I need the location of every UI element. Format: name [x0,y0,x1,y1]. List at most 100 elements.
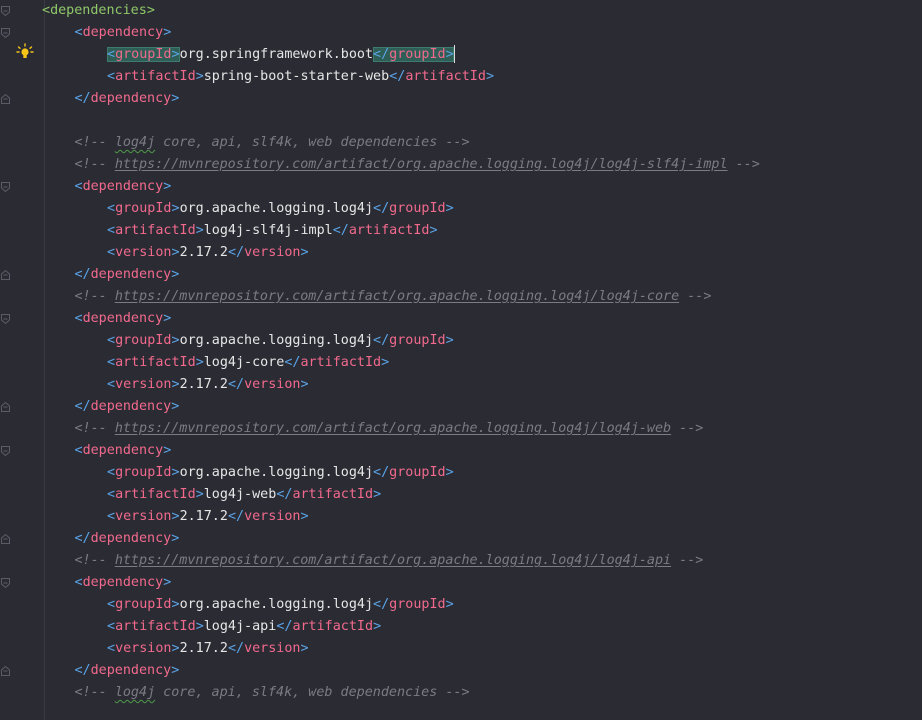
xml-tag-name: dependency [82,575,164,590]
tag-bracket: </ [227,641,245,656]
comment-link[interactable]: https://mvnrepository.com/artifact/org.a… [115,289,679,304]
element-value: 2.17.2 [179,245,228,260]
open-tag: <artifactId> [107,355,204,370]
code-line[interactable]: <!-- log4j core, api, slf4k, web depende… [75,682,470,704]
code-line[interactable]: </dependency> [75,396,180,418]
code-line[interactable]: <artifactId>log4j-core</artifactId> [107,352,389,374]
tag-bracket: > [171,377,180,392]
tag-bracket: > [300,377,309,392]
code-line[interactable]: </dependency> [75,660,180,682]
tag-bracket: > [171,333,180,348]
code-line[interactable]: <dependency> [75,176,172,198]
tag-bracket: > [195,355,204,370]
code-line[interactable]: <dependency> [75,572,172,594]
fold-marker-icon[interactable] [1,270,10,280]
fold-marker-icon[interactable] [1,534,10,544]
code-line[interactable]: <artifactId>spring-boot-starter-web</art… [107,66,494,88]
code-line[interactable]: </dependency> [75,264,180,286]
comment-delimiter: <!-- [74,289,115,304]
code-line[interactable]: <artifactId>log4j-api</artifactId> [107,616,381,638]
open-tag: <artifactId> [107,223,204,238]
fold-marker-icon[interactable] [1,314,10,324]
comment-link[interactable]: https://mvnrepository.com/artifact/org.a… [115,553,671,568]
tag-bracket: > [171,201,180,216]
xml-tag-name: groupId [115,47,172,62]
tag-bracket: </ [373,597,390,612]
tag-bracket: > [381,355,390,370]
tag-bracket: > [171,531,180,546]
code-line[interactable]: <version>2.17.2</version> [107,374,309,396]
code-line[interactable]: <groupId>org.apache.logging.log4j</group… [107,462,454,484]
code-line[interactable]: <groupId>org.apache.logging.log4j</group… [107,198,454,220]
comment-delimiter: <!-- [74,421,115,436]
open-tag: <groupId> [107,47,180,62]
comment-delimiter: --> [671,553,704,568]
open-tag: <artifactId> [107,69,204,84]
code-line[interactable]: <version>2.17.2</version> [107,638,309,660]
code-line[interactable]: <artifactId>log4j-web</artifactId> [107,484,381,506]
code-line[interactable]: <groupId>org.apache.logging.log4j</group… [107,594,454,616]
xml-tag-name: artifactId [292,619,374,634]
tag-bracket: </ [227,245,245,260]
code-line[interactable]: <dependency> [75,308,172,330]
tag-bracket: > [445,597,454,612]
code-line[interactable]: <version>2.17.2</version> [107,506,309,528]
comment-link[interactable]: https://mvnrepository.com/artifact/org.a… [115,157,728,172]
code-line[interactable]: <groupId>org.springframework.boot</group… [107,44,455,66]
fold-marker-icon[interactable] [1,578,10,588]
code-line[interactable]: </dependency> [75,88,180,110]
tag-bracket: < [107,333,116,348]
element-value: org.apache.logging.log4j [179,333,374,348]
fold-marker-icon[interactable] [1,446,10,456]
close-tag: </groupId> [373,47,454,62]
close-tag: </artifactId> [276,619,381,634]
tag-bracket: < [74,575,83,590]
code-line[interactable]: <groupId>org.apache.logging.log4j</group… [107,330,454,352]
code-line[interactable]: <!-- https://mvnrepository.com/artifact/… [75,286,712,308]
xml-tag-name: artifactId [115,223,196,238]
tag-bracket: > [171,267,180,282]
fold-marker-icon[interactable] [1,6,10,16]
tag-bracket: > [485,69,494,84]
fold-marker-icon[interactable] [1,402,10,412]
code-line[interactable]: <!-- log4j core, api, slf4k, web depende… [75,132,470,154]
tag-bracket: < [107,69,116,84]
fold-marker-icon[interactable] [1,182,10,192]
xml-tag-name: groupId [115,597,172,612]
code-line[interactable]: <!-- https://mvnrepository.com/artifact/… [75,154,760,176]
tag-bracket: </ [74,531,91,546]
element-value: org.apache.logging.log4j [179,597,374,612]
lightbulb-icon[interactable] [16,43,34,61]
code-line[interactable]: <dependencies> [42,0,155,22]
comment-link[interactable]: https://mvnrepository.com/artifact/org.a… [115,421,671,436]
tag-bracket: > [171,509,180,524]
close-tag: </groupId> [373,597,454,612]
tag-bracket: > [146,3,155,18]
xml-tag-name: artifactId [300,355,382,370]
element-value: log4j-slf4j-impl [203,223,333,238]
fold-marker-icon[interactable] [1,28,10,38]
tag-bracket: </ [373,333,390,348]
tag-bracket: > [171,465,180,480]
tag-bracket: < [107,355,116,370]
code-line[interactable]: <!-- https://mvnrepository.com/artifact/… [75,550,704,572]
tag-bracket: > [171,399,180,414]
xml-tag-name: dependency [82,443,164,458]
code-line[interactable]: <version>2.17.2</version> [107,242,309,264]
comment-delimiter: --> [727,157,760,172]
tag-bracket: < [107,509,116,524]
element-value: 2.17.2 [179,641,228,656]
code-editor[interactable]: <dependencies> <dependency> <groupId>org.s… [0,0,922,720]
xml-tag-name: version [115,509,172,524]
xml-tag-name: artifactId [115,619,196,634]
fold-marker-icon[interactable] [1,94,10,104]
editor-gutter[interactable] [0,0,44,720]
code-line[interactable]: <dependency> [75,22,172,44]
code-line[interactable]: <dependency> [75,440,172,462]
code-line[interactable]: </dependency> [75,528,180,550]
tag-bracket: > [300,509,309,524]
code-line[interactable]: <artifactId>log4j-slf4j-impl</artifactId… [107,220,438,242]
fold-marker-icon[interactable] [1,666,10,676]
comment-text: log4j [114,685,156,700]
code-line[interactable]: <!-- https://mvnrepository.com/artifact/… [75,418,704,440]
